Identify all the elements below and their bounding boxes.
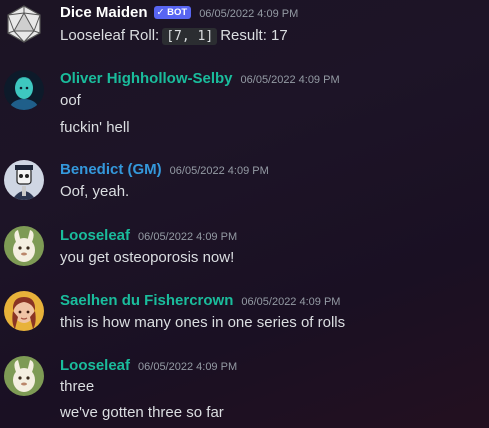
roll-code: [7, 1] — [162, 28, 218, 45]
username[interactable]: Oliver Highhollow-Selby — [60, 70, 233, 87]
username[interactable]: Saelhen du Fishercrown — [60, 292, 233, 309]
timestamp: 06/05/2022 4:09 PM — [199, 8, 299, 20]
benedict-avatar[interactable] — [4, 160, 44, 200]
bot-badge: ✓ BOT — [153, 6, 192, 19]
roll-prefix: Looseleaf Roll: — [60, 27, 160, 44]
saelhen-avatar[interactable] — [4, 291, 44, 331]
roll-result: Result: 17 — [220, 27, 288, 44]
message-content: Looseleaf Roll: [7, 1] Result: 17 — [60, 27, 288, 45]
message-text: three — [60, 378, 95, 395]
message-text: fuckin' hell — [60, 119, 130, 136]
timestamp: 06/05/2022 4:09 PM — [241, 296, 341, 308]
timestamp: 06/05/2022 4:09 PM — [138, 361, 238, 373]
username[interactable]: Benedict (GM) — [60, 161, 162, 178]
message-text: oof — [60, 92, 81, 109]
username[interactable]: Looseleaf — [60, 357, 130, 374]
message-text: this is how many ones in one series of r… — [60, 314, 346, 331]
message-text: Oof, yeah. — [60, 183, 130, 200]
username[interactable]: Looseleaf — [60, 227, 130, 244]
timestamp: 06/05/2022 4:09 PM — [240, 74, 340, 86]
message-text: we've gotten three so far — [60, 404, 224, 421]
looseleaf-avatar[interactable] — [4, 226, 44, 266]
looseleaf-avatar[interactable] — [4, 356, 44, 396]
username[interactable]: Dice Maiden — [60, 4, 148, 21]
message-text: you get osteoporosis now! — [60, 249, 235, 266]
oliver-avatar[interactable] — [4, 70, 44, 110]
d20-icon[interactable] — [4, 4, 44, 44]
timestamp: 06/05/2022 4:09 PM — [138, 231, 238, 243]
timestamp: 06/05/2022 4:09 PM — [169, 165, 269, 177]
